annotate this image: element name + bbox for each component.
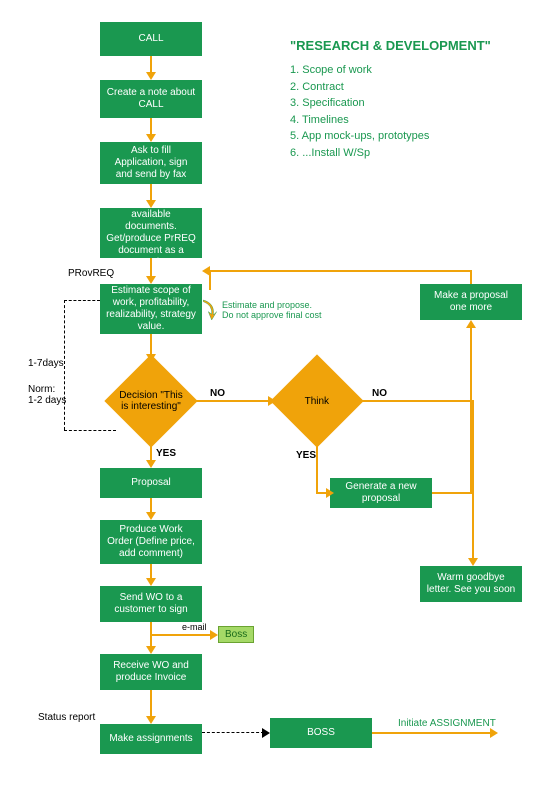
arrow-head-icon	[146, 646, 156, 654]
label-yes-2: YES	[296, 450, 316, 461]
box-warm-goodbye: Warm goodbye letter. See you soon	[420, 566, 522, 602]
arrow-head-icon	[468, 558, 478, 566]
box-send-wo: Send WO to a customer to sign	[100, 586, 202, 622]
box-create-note: Create a note about CALL	[100, 80, 202, 118]
diagram-title: "RESEARCH & DEVELOPMENT"	[290, 38, 491, 53]
arrow-head-icon	[262, 728, 270, 738]
arrow-head-icon	[146, 200, 156, 208]
label-provreq: PRovREQ	[68, 268, 114, 279]
arrow-head-icon	[268, 396, 276, 406]
arrow-head-icon	[146, 512, 156, 520]
arrow	[150, 690, 152, 718]
box-ask-fill: Ask to fill Application, sign and send b…	[100, 142, 202, 184]
rd-list: 1. Scope of work 2. Contract 3. Specific…	[290, 62, 429, 161]
label-days: 1-7days	[28, 358, 64, 369]
list-item: 3. Specification	[290, 95, 429, 112]
box-generate-new: Generate a new proposal	[330, 478, 432, 508]
box-make-assign: Make assignments	[100, 724, 202, 754]
box-produce-wo: Produce Work Order (Define price, add co…	[100, 520, 202, 564]
box-receive-wo: Receive WO and produce Invoice	[100, 654, 202, 690]
label-yes: YES	[156, 448, 176, 459]
label-email: e-mail	[182, 622, 207, 632]
list-item: 1. Scope of work	[290, 62, 429, 79]
arrow	[372, 732, 492, 734]
list-item: 2. Contract	[290, 79, 429, 96]
diamond-decision: Decision "This is interesting"	[104, 354, 197, 447]
arrow-head-icon	[146, 578, 156, 586]
diamond-decision-text: Decision "This is interesting"	[118, 390, 184, 412]
dashed-line	[202, 732, 264, 733]
box-boss: BOSS	[270, 718, 372, 748]
list-item: 6. ...Install W/Sp	[290, 145, 429, 162]
arrow	[209, 270, 211, 290]
dashed-line	[64, 300, 65, 430]
arrow	[150, 634, 212, 636]
arrow	[196, 400, 270, 402]
dashed-line	[64, 430, 116, 431]
label-no: NO	[210, 388, 225, 399]
curved-arrow-icon	[200, 298, 220, 322]
arrow-head-icon	[146, 72, 156, 80]
list-item: 4. Timelines	[290, 112, 429, 129]
label-initiate: Initiate ASSIGNMENT	[398, 718, 496, 729]
arrow-head-icon	[146, 460, 156, 468]
arrow	[316, 444, 318, 492]
dashed-line	[64, 300, 100, 301]
arrow-head-icon	[210, 630, 218, 640]
box-call: CALL	[100, 22, 202, 56]
box-boss-small: Boss	[218, 626, 254, 643]
label-norm: Norm: 1-2 days	[28, 384, 66, 406]
arrow-head-icon	[490, 728, 498, 738]
diamond-think: Think	[270, 354, 363, 447]
arrow	[362, 400, 474, 402]
arrow	[150, 334, 152, 356]
box-make-proposal-more: Make a proposal one more	[420, 284, 522, 320]
box-proposal: Proposal	[100, 468, 202, 498]
arrow-head-icon	[146, 716, 156, 724]
box-request-docs: Request all available documents. Get/pro…	[100, 208, 202, 258]
arrow	[208, 270, 472, 272]
arrow	[150, 258, 152, 278]
label-no-2: NO	[372, 388, 387, 399]
arrow-head-icon	[146, 276, 156, 284]
arrow	[472, 400, 474, 560]
label-estimate-note: Estimate and propose. Do not approve fin…	[222, 300, 322, 320]
box-estimate: Estimate scope of work, profitability, r…	[100, 284, 202, 334]
arrow	[470, 270, 472, 284]
list-item: 5. App mock-ups, prototypes	[290, 128, 429, 145]
arrow	[432, 492, 472, 494]
arrow-head-icon	[146, 354, 156, 362]
arrow-head-icon	[146, 134, 156, 142]
arrow	[470, 326, 472, 494]
label-status-report: Status report	[38, 712, 95, 723]
diamond-think-text: Think	[305, 395, 329, 406]
arrow-head-icon	[326, 488, 334, 498]
arrow-head-icon	[466, 320, 476, 328]
